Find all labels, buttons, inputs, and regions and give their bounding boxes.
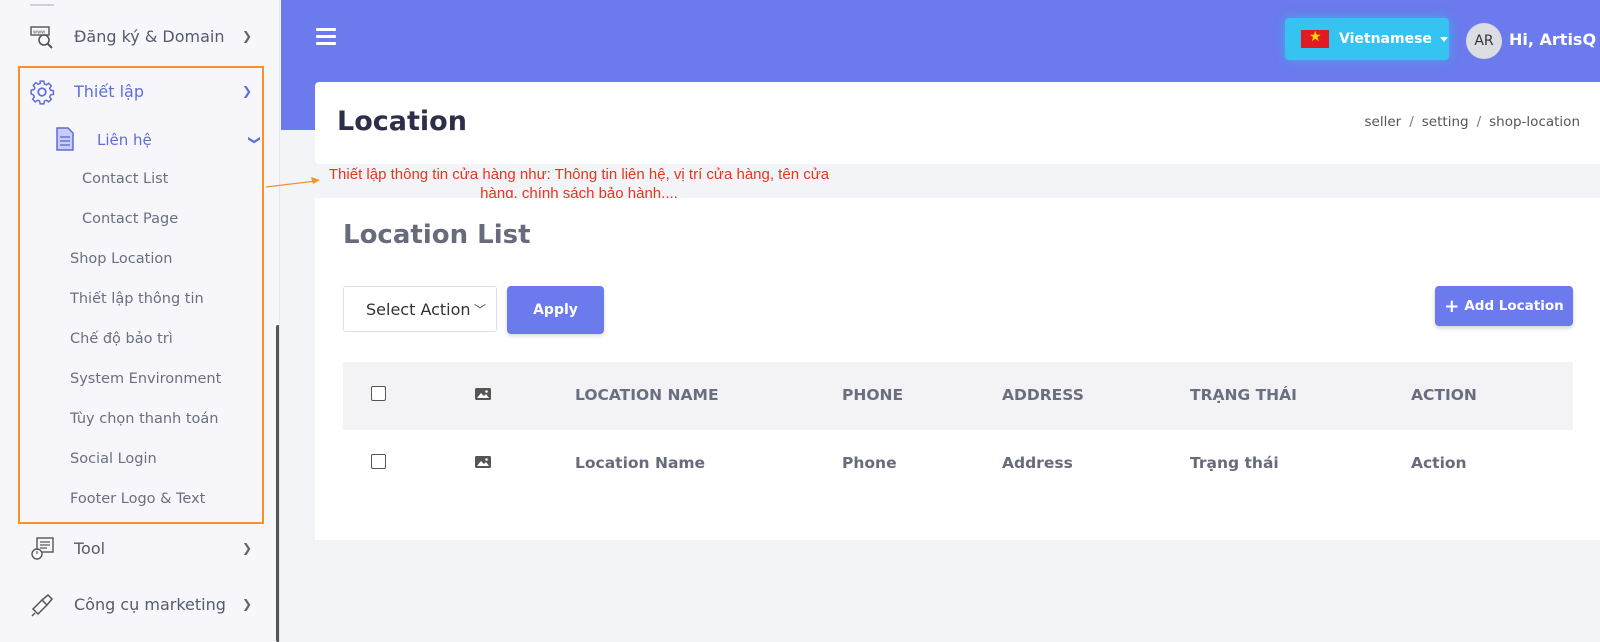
gear-icon [28, 79, 56, 105]
chevron-down-icon: ❯ [241, 84, 252, 98]
sidebar: www Đăng ký & Domain ❯ Thiết lập ❯ Liên … [0, 0, 280, 642]
select-all-checkbox[interactable] [371, 386, 386, 401]
document-icon [54, 127, 76, 155]
column-header-address[interactable]: ADDRESS [1002, 386, 1084, 404]
sidebar-item-domain[interactable]: www Đăng ký & Domain ❯ [0, 16, 270, 56]
sidebar-subgroup-contact[interactable]: Liên hệ [97, 131, 152, 149]
column-header-location-name[interactable]: LOCATION NAME [575, 386, 719, 404]
image-icon [475, 388, 491, 400]
page-title: Location [337, 106, 467, 137]
tool-icon [28, 536, 56, 562]
caret-down-icon [1439, 36, 1448, 42]
cell-address: Address [1002, 454, 1073, 472]
sidebar-link-contact-list[interactable]: Contact List [82, 171, 168, 187]
sidebar-item-label: Công cụ marketing [74, 594, 226, 614]
megaphone-icon [28, 592, 56, 618]
chevron-right-icon: ❯ [241, 541, 252, 555]
cell-location-name: Location Name [575, 454, 706, 472]
chevron-down-icon: ﹀ [473, 303, 486, 317]
sidebar-link-shop-location[interactable]: Shop Location [70, 251, 172, 267]
sidebar-item-marketing[interactable]: Công cụ marketing ❯ [0, 584, 270, 624]
apply-button[interactable]: Apply [507, 286, 604, 334]
sidebar-link-contact-page[interactable]: Contact Page [82, 211, 178, 227]
breadcrumb-item[interactable]: seller [1365, 114, 1402, 130]
section-title: Location List [343, 220, 531, 250]
cell-phone: Phone [842, 454, 897, 472]
user-greeting: Hi, ArtisQ [1509, 30, 1597, 49]
sidebar-item-tool[interactable]: Tool ❯ [0, 528, 270, 568]
table-row: Location Name Phone Address Trạng thái A… [343, 430, 1573, 498]
breadcrumb: seller / setting / shop-location [1364, 114, 1581, 130]
column-header-phone[interactable]: PHONE [842, 386, 903, 404]
sidebar-link-maintenance[interactable]: Chế độ bảo trì [70, 331, 173, 347]
chevron-right-icon: ❯ [241, 597, 252, 611]
vietnam-flag-icon [1301, 29, 1329, 48]
sidebar-link-social-login[interactable]: Social Login [70, 451, 157, 467]
column-header-action: ACTION [1411, 386, 1477, 404]
user-menu[interactable]: Hi, ArtisQ [1509, 30, 1600, 49]
avatar[interactable]: AR [1466, 23, 1502, 59]
page-header-card: Location seller / setting / shop-location [315, 82, 1600, 164]
sidebar-link-footer[interactable]: Footer Logo & Text [70, 491, 205, 507]
domain-search-icon: www [28, 24, 56, 50]
hamburger-menu-icon[interactable] [316, 28, 336, 46]
cell-status: Trạng thái [1190, 454, 1279, 472]
add-location-label: Add Location [1464, 298, 1564, 314]
image-icon [475, 456, 491, 468]
column-header-status[interactable]: TRẠNG THÁI [1190, 386, 1297, 404]
sidebar-link-system-env[interactable]: System Environment [70, 371, 221, 387]
sidebar-link-payment[interactable]: Tùy chọn thanh toán [70, 411, 218, 427]
sidebar-item-label: Đăng ký & Domain [74, 26, 225, 46]
sidebar-scrollbar[interactable] [276, 325, 279, 642]
sidebar-item-settings[interactable]: Thiết lập ❯ [0, 71, 270, 111]
divider [30, 4, 54, 6]
table-header: LOCATION NAME PHONE ADDRESS TRẠNG THÁI A… [343, 362, 1573, 430]
language-dropdown-button[interactable]: Vietnamese [1285, 18, 1449, 60]
chevron-down-icon: ❯ [248, 134, 263, 146]
select-value: Select Action [366, 299, 471, 319]
plus-icon: + [1444, 295, 1460, 317]
annotation-arrow [265, 177, 320, 188]
add-location-button[interactable]: + Add Location [1435, 286, 1573, 326]
select-action-dropdown[interactable]: Select Action ﹀ [343, 286, 497, 332]
sidebar-item-label: Tool [74, 538, 106, 558]
chevron-right-icon: ❯ [241, 29, 252, 43]
row-checkbox[interactable] [371, 454, 386, 469]
sidebar-item-label: Thiết lập [74, 81, 144, 101]
breadcrumb-item: shop-location [1489, 114, 1580, 130]
cell-action: Action [1411, 454, 1467, 472]
breadcrumb-item[interactable]: setting [1422, 114, 1469, 130]
location-list-card: Location List Select Action ﹀ Apply + Ad… [315, 198, 1600, 540]
sidebar-link-info-settings[interactable]: Thiết lập thông tin [70, 291, 204, 307]
language-label: Vietnamese [1339, 31, 1432, 47]
